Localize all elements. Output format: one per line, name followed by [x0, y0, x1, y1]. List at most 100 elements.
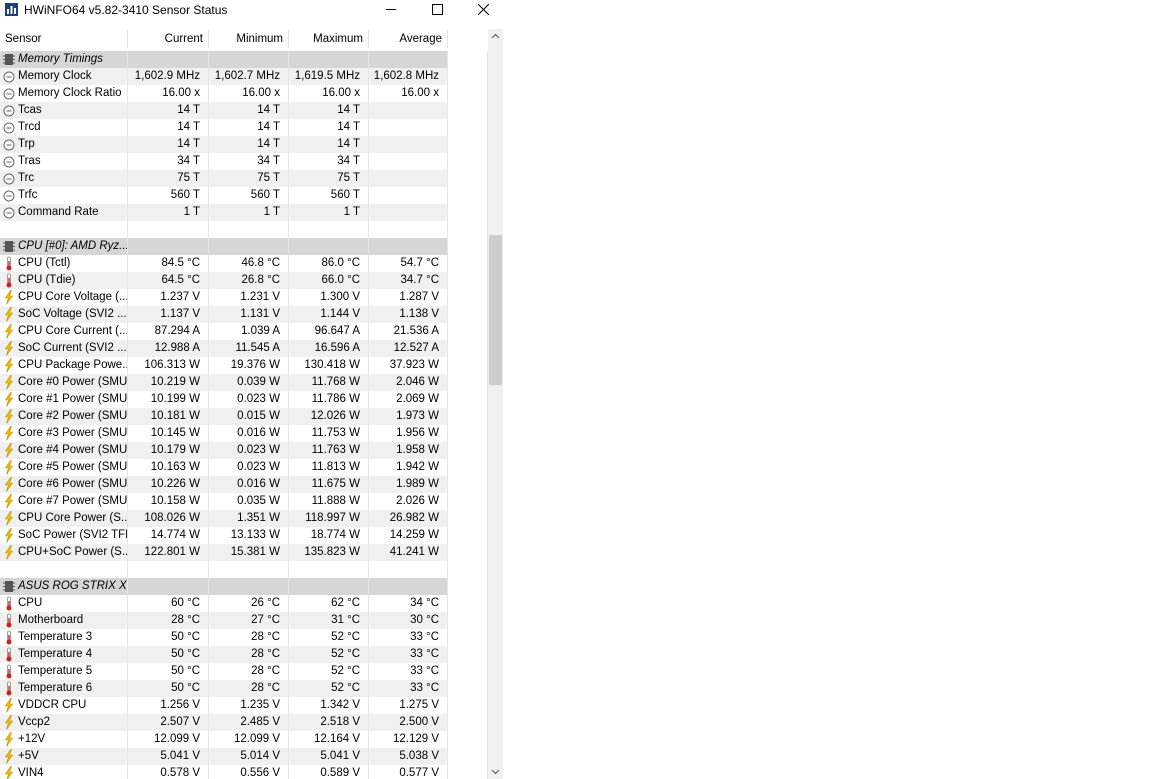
row-padding	[448, 595, 488, 612]
minimum-value: 5.014 V	[209, 748, 289, 765]
thermometer-icon	[6, 273, 12, 288]
sensor-name: Temperature 3	[0, 629, 128, 646]
sensor-row[interactable]: Temperature 3 50 °C 28 °C 52 °C 33 °C	[0, 629, 488, 646]
sensor-row[interactable]: CPU 60 °C 26 °C 62 °C 34 °C	[0, 595, 488, 612]
sensor-row[interactable]: CPU+SoC Power (S... 122.801 W 15.381 W 135.…	[0, 544, 488, 561]
sensor-row[interactable]: Core #3 Power (SMU) 10.145 W 0.016 W 11.753…	[0, 425, 488, 442]
row-padding	[448, 272, 488, 289]
sensor-name: VIN4	[0, 765, 128, 779]
sensor-row[interactable]: Vccp2 2.507 V 2.485 V 2.518 V 2.500 V	[0, 714, 488, 731]
sensor-name: CPU (Tctl)	[0, 255, 128, 272]
sensor-row[interactable]: CPU Core Voltage (... 1.237 V 1.231 V 1.300…	[0, 289, 488, 306]
minimum-value: 1.231 V	[209, 289, 289, 306]
row-padding	[448, 663, 488, 680]
average-value: 1.958 W	[369, 442, 448, 459]
scroll-up-button[interactable]	[488, 29, 503, 44]
average-value	[369, 578, 448, 595]
sensor-row[interactable]: SoC Power (SVI2 TFN) 14.774 W 13.133 W 18.7…	[0, 527, 488, 544]
minimize-button[interactable]	[368, 0, 414, 20]
maximum-value: 11.763 W	[289, 442, 369, 459]
thermometer-icon	[6, 647, 12, 662]
sensor-row[interactable]: Memory Clock Ratio 16.00 x 16.00 x 16.00 x1…	[0, 85, 488, 102]
sensor-row[interactable]: Tras 34 T 34 T 34 T	[0, 153, 488, 170]
sensor-row[interactable]: CPU Core Power (S... 108.026 W 1.351 W 118.…	[0, 510, 488, 527]
row-padding	[448, 493, 488, 510]
sensor-row[interactable]: Tcas 14 T 14 T 14 T	[0, 102, 488, 119]
column-header-minimum[interactable]: Minimum	[209, 30, 289, 48]
average-value	[369, 153, 448, 170]
sensor-row[interactable]: Temperature 4 50 °C 28 °C 52 °C 33 °C	[0, 646, 488, 663]
sensor-row[interactable]: Trcd 14 T 14 T 14 T	[0, 119, 488, 136]
maximum-value: 1.300 V	[289, 289, 369, 306]
sensor-name: Core #2 Power (SMU)	[0, 408, 128, 425]
minimum-value	[209, 51, 289, 68]
sensor-row[interactable]: Command Rate 1 T1 T1 T	[0, 204, 488, 221]
sensor-name: Tras	[0, 153, 128, 170]
average-value: 1.973 W	[369, 408, 448, 425]
maximum-value: 31 °C	[289, 612, 369, 629]
column-header-maximum[interactable]: Maximum	[289, 30, 369, 48]
sensor-group-row[interactable]: Memory Timings	[0, 51, 488, 68]
minimum-value: 0.556 V	[209, 765, 289, 779]
sensor-name: SoC Current (SVI2 ...	[0, 340, 128, 357]
maximum-value: 14 T	[289, 136, 369, 153]
thermometer-icon	[6, 664, 12, 679]
maximum-value: 11.768 W	[289, 374, 369, 391]
close-button[interactable]	[460, 0, 503, 20]
average-value: 1.138 V	[369, 306, 448, 323]
row-padding	[448, 204, 488, 221]
sensor-group-row[interactable]: ASUS ROG STRIX X...	[0, 578, 488, 595]
sensor-row[interactable]: CPU (Tdie) 64.5 °C 26.8 °C 66.0 °C 34.7 °C	[0, 272, 488, 289]
column-header-sensor[interactable]: Sensor	[0, 30, 128, 48]
sensor-row[interactable]: +5V 5.041 V 5.014 V 5.041 V 5.038 V	[0, 748, 488, 765]
sensor-row[interactable]: Trfc 560 T 560 T 560 T	[0, 187, 488, 204]
sensor-row[interactable]: Core #0 Power (SMU) 10.219 W 0.039 W 11.768…	[0, 374, 488, 391]
sensor-row[interactable]: VIN4 0.578 V 0.556 V 0.589 V 0.577 V	[0, 765, 488, 779]
scrollbar-thumb[interactable]	[489, 235, 502, 385]
sensor-row[interactable]: CPU Package Powe... 106.313 W 19.376 W 130.…	[0, 357, 488, 374]
clock-icon	[3, 88, 15, 100]
sensor-row[interactable]: SoC Voltage (SVI2 ... 1.137 V 1.131 V 1.144…	[0, 306, 488, 323]
scroll-down-button[interactable]	[488, 764, 503, 779]
maximize-button[interactable]	[414, 0, 460, 20]
row-padding	[448, 340, 488, 357]
minimum-value: 0.015 W	[209, 408, 289, 425]
sensor-row[interactable]: CPU (Tctl) 84.5 °C 46.8 °C 86.0 °C 54.7 °C	[0, 255, 488, 272]
maximum-value: 560 T	[289, 187, 369, 204]
sensor-row[interactable]: Core #4 Power (SMU) 10.179 W 0.023 W 11.763…	[0, 442, 488, 459]
sensor-row[interactable]: Core #6 Power (SMU) 10.226 W 0.016 W 11.675…	[0, 476, 488, 493]
row-padding	[448, 238, 488, 255]
sensor-row[interactable]: SoC Current (SVI2 ... 12.988 A 11.545 A 16.…	[0, 340, 488, 357]
sensor-row[interactable]: Trp 14 T 14 T 14 T	[0, 136, 488, 153]
sensor-row[interactable]: Motherboard 28 °C 27 °C 31 °C 30 °C	[0, 612, 488, 629]
lightning-icon	[4, 375, 14, 390]
sensor-row[interactable]: Core #1 Power (SMU) 10.199 W 0.023 W 11.786…	[0, 391, 488, 408]
sensor-row[interactable]: +12V 12.099 V 12.099 V 12.164 V 12.129 V	[0, 731, 488, 748]
sensor-group-label: ASUS ROG STRIX X...	[0, 578, 128, 595]
sensor-row[interactable]: Temperature 5 50 °C 28 °C 52 °C 33 °C	[0, 663, 488, 680]
sensor-row[interactable]: Core #7 Power (SMU) 10.158 W 0.035 W 11.888…	[0, 493, 488, 510]
sensor-row[interactable]: Memory Clock 1,602.9 MHz 1,602.7 MHz 1,619.…	[0, 68, 488, 85]
sensor-row[interactable]: Temperature 6 50 °C 28 °C 52 °C 33 °C	[0, 680, 488, 697]
sensor-group-row[interactable]: CPU [#0]: AMD Ryz...	[0, 238, 488, 255]
minimum-value: 0.023 W	[209, 442, 289, 459]
column-header-current[interactable]: Current	[128, 30, 209, 48]
sensor-row[interactable]: Core #2 Power (SMU) 10.181 W 0.015 W 12.026…	[0, 408, 488, 425]
sensor-status-window: HWiNFO64 v5.82-3410 Sensor Status Sensor…	[0, 0, 503, 779]
sensor-row[interactable]: CPU Core Current (... 87.294 A 1.039 A 96.6…	[0, 323, 488, 340]
maximum-value: 52 °C	[289, 680, 369, 697]
average-value	[369, 561, 448, 578]
column-header-average[interactable]: Average	[369, 30, 448, 48]
row-padding	[448, 765, 488, 779]
vertical-scrollbar[interactable]	[488, 29, 503, 779]
average-value: 16.00 x	[369, 85, 448, 102]
average-value: 5.038 V	[369, 748, 448, 765]
sensor-row[interactable]: Trc 75 T 75 T 75 T	[0, 170, 488, 187]
sensor-row[interactable]: Core #5 Power (SMU) 10.163 W 0.023 W 11.813…	[0, 459, 488, 476]
current-value: 87.294 A	[128, 323, 209, 340]
maximum-value: 14 T	[289, 102, 369, 119]
maximum-value: 11.675 W	[289, 476, 369, 493]
title-bar[interactable]: HWiNFO64 v5.82-3410 Sensor Status	[0, 0, 503, 20]
minimum-value: 0.039 W	[209, 374, 289, 391]
sensor-row[interactable]: VDDCR CPU 1.256 V 1.235 V 1.342 V 1.275 V	[0, 697, 488, 714]
